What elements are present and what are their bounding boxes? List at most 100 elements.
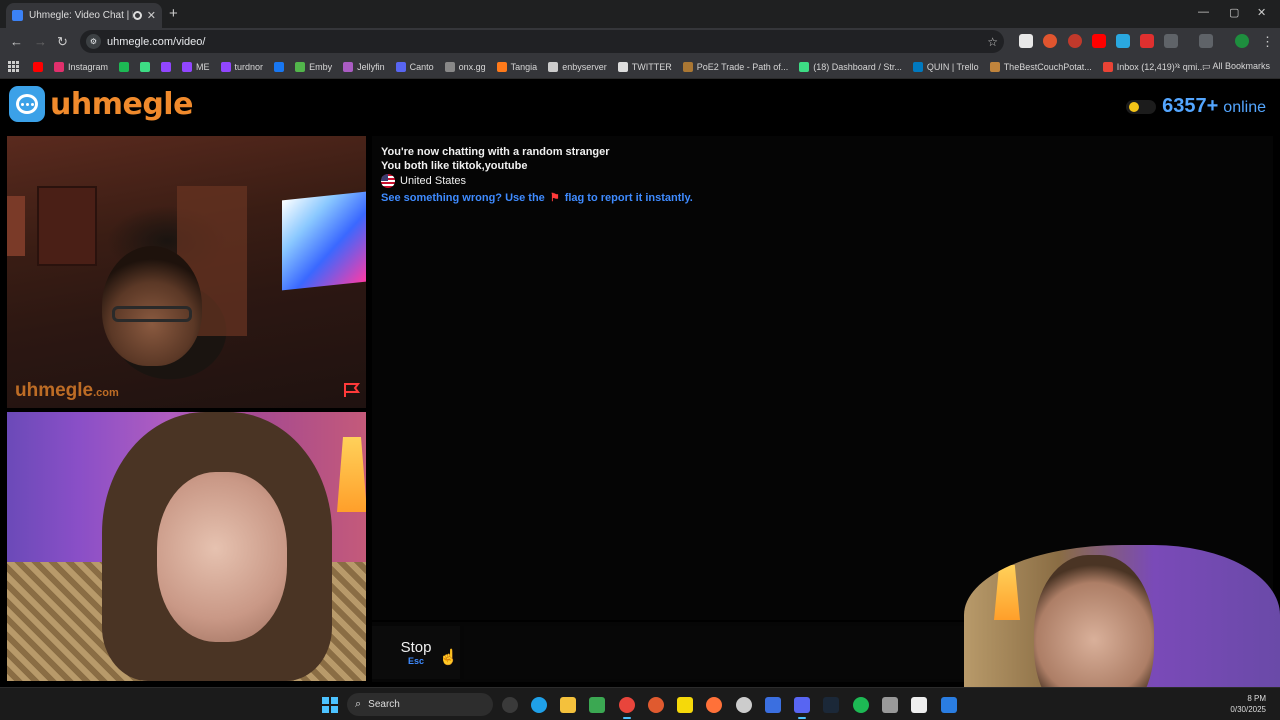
windows-taskbar: ⌕ Search 8 PM 0/30/2025: [0, 687, 1280, 720]
file-explorer-icon[interactable]: [560, 697, 576, 713]
bookmark-favicon-icon: [343, 61, 354, 72]
clock-time: 8 PM: [1247, 694, 1266, 703]
minimize-button[interactable]: —: [1198, 6, 1209, 18]
all-bookmarks-label: All Bookmarks: [1212, 61, 1270, 71]
bookmark-item[interactable]: turdnor: [220, 61, 263, 72]
profile-avatar[interactable]: [1235, 34, 1249, 48]
bookmark-favicon-icon: [295, 61, 306, 72]
tab-close-button[interactable]: ✕: [147, 9, 156, 22]
media-app-icon[interactable]: [589, 697, 605, 713]
us-flag-icon: [381, 174, 395, 188]
extension-record-icon[interactable]: [1068, 34, 1082, 48]
reload-icon[interactable]: ↻: [57, 34, 68, 50]
sun-icon: [1129, 101, 1140, 112]
browser-toolbar: ← → ↻ ⚙ uhmegle.com/video/ ☆ ⋮: [0, 28, 1280, 55]
back-arrow-icon[interactable]: ←: [10, 34, 23, 49]
sticky-notes-icon[interactable]: [677, 697, 693, 713]
extension-k-icon[interactable]: [1019, 34, 1033, 48]
discord-icon[interactable]: [794, 697, 810, 719]
bookmark-item[interactable]: ME: [182, 61, 210, 72]
chrome-icon[interactable]: [619, 697, 635, 719]
tab-title: Uhmegle: Video Chat | Rand: [29, 10, 133, 21]
stop-label: Stop: [400, 639, 432, 656]
window-close-button[interactable]: ✕: [1257, 6, 1266, 19]
bookmark-item[interactable]: onx.gg: [444, 61, 486, 72]
spotify-icon[interactable]: [853, 697, 869, 713]
bookmark-star-icon[interactable]: ☆: [987, 35, 998, 49]
notepad-icon[interactable]: [941, 697, 957, 713]
windows-start-icon[interactable]: [322, 697, 338, 713]
bookmark-item[interactable]: enbyserver: [548, 61, 607, 72]
extension-red-icon[interactable]: [1140, 34, 1154, 48]
firefox-icon[interactable]: [706, 697, 722, 713]
browser-tab[interactable]: Uhmegle: Video Chat | Rand ✕: [6, 3, 162, 28]
bookmark-item[interactable]: QUIN | Trello: [912, 61, 979, 72]
bookmark-item[interactable]: PoE2 Trade - Path of...: [682, 61, 788, 72]
extensions-puzzle-icon[interactable]: [1164, 34, 1178, 48]
bookmark-item[interactable]: Inbox (12,419) - qmi...: [1102, 61, 1205, 72]
bookmark-item[interactable]: [140, 61, 154, 72]
bookmark-item[interactable]: [33, 61, 47, 72]
bookmark-label: ME: [196, 61, 210, 72]
hand-cursor-icon: ☝: [439, 649, 458, 666]
game-app-icon[interactable]: [648, 697, 664, 713]
steam-icon[interactable]: [823, 697, 839, 713]
bookmark-favicon-icon: [220, 61, 231, 72]
bookmark-label: onx.gg: [458, 61, 486, 72]
site-logo[interactable]: uhmegle: [9, 86, 193, 122]
bookmarks-overflow-chevron[interactable]: »: [1174, 60, 1180, 71]
chat-bubble-icon: [9, 86, 45, 122]
network-app-icon[interactable]: [765, 697, 781, 713]
country-label: United States: [400, 175, 467, 187]
bookmark-item[interactable]: [274, 61, 288, 72]
new-tab-button[interactable]: +: [169, 5, 178, 22]
bookmark-item[interactable]: Tangia: [496, 61, 537, 72]
browser-menu-icon[interactable]: ⋮: [1261, 34, 1274, 50]
taskbar-search[interactable]: ⌕ Search: [347, 693, 493, 716]
bookmark-label: Canto: [409, 61, 434, 72]
extension-7tv-icon[interactable]: [1116, 34, 1130, 48]
report-flag-icon[interactable]: [343, 382, 361, 398]
apps-grid-icon[interactable]: [8, 61, 19, 72]
side-panel-icon[interactable]: [1199, 34, 1213, 48]
bookmark-item[interactable]: [161, 61, 175, 72]
address-bar[interactable]: ⚙ uhmegle.com/video/ ☆: [80, 30, 1004, 53]
extension-fox-icon[interactable]: [1043, 34, 1057, 48]
obs-icon[interactable]: [736, 697, 752, 713]
bookmark-favicon-icon: [1102, 61, 1113, 72]
site-favicon-icon: [12, 10, 23, 21]
bookmark-item[interactable]: TWITTER: [617, 61, 672, 72]
bookmark-item[interactable]: Jellyfin: [343, 61, 385, 72]
bookmark-favicon-icon: [274, 61, 285, 72]
capcut-icon[interactable]: [911, 697, 927, 713]
bookmark-item[interactable]: Emby: [295, 61, 333, 72]
maximize-button[interactable]: ▢: [1229, 6, 1239, 19]
bookmark-item[interactable]: Instagram: [54, 61, 108, 72]
bookmark-favicon-icon: [182, 61, 193, 72]
bookmark-favicon-icon: [496, 61, 507, 72]
all-bookmarks-button[interactable]: ▭ All Bookmarks: [1202, 61, 1270, 72]
bookmark-label: Emby: [309, 61, 333, 72]
forward-arrow-icon[interactable]: →: [34, 34, 47, 49]
theme-toggle[interactable]: [1126, 99, 1157, 114]
bookmark-item[interactable]: TheBestCouchPotat...: [989, 61, 1092, 72]
task-view-icon[interactable]: [502, 697, 518, 713]
extension-youtube-icon[interactable]: [1092, 34, 1106, 48]
system-clock[interactable]: 8 PM 0/30/2025: [1230, 693, 1266, 715]
edge-icon[interactable]: [531, 697, 547, 713]
site-info-icon[interactable]: ⚙: [86, 34, 101, 49]
bookmark-favicon-icon: [444, 61, 455, 72]
app-icon[interactable]: [882, 697, 898, 713]
bookmark-item[interactable]: (18) Dashboard / Str...: [799, 61, 902, 72]
online-label: online: [1223, 99, 1266, 116]
bookmark-favicon-icon: [799, 61, 810, 72]
common-interests-line: You both like tiktok,youtube: [381, 160, 528, 172]
bookmark-favicon-icon: [140, 61, 151, 72]
bookmark-item[interactable]: [119, 61, 133, 72]
bookmark-item[interactable]: Canto: [395, 61, 434, 72]
self-video: [7, 412, 366, 681]
bookmark-label: Jellyfin: [357, 61, 385, 72]
chat-message-input[interactable]: [464, 626, 964, 679]
url-text[interactable]: uhmegle.com/video/: [107, 36, 205, 48]
bookmark-label: (18) Dashboard / Str...: [813, 61, 902, 72]
